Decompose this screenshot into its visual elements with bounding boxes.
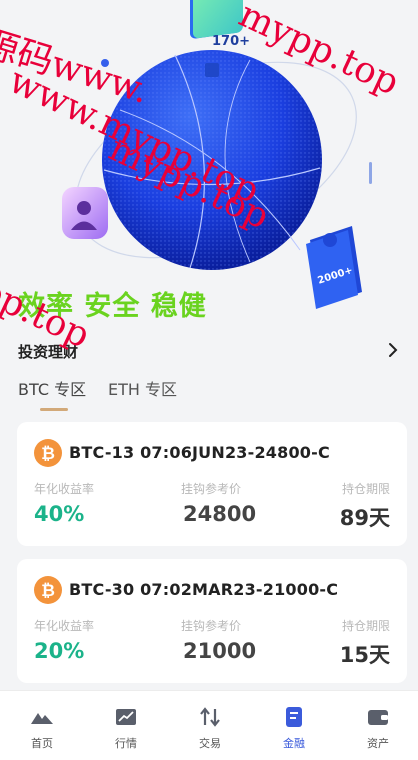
investment-section-header[interactable]: 投资理财 bbox=[18, 341, 404, 365]
globe-illustration: 170+ 2000+ bbox=[62, 0, 372, 309]
wallet-icon bbox=[368, 710, 388, 725]
user-badge-icon bbox=[62, 187, 108, 239]
product-card[interactable]: ₿ BTC-13 07:06JUN23-24800-C 年化收益率 挂钩参考价 … bbox=[17, 422, 407, 546]
nav-label: 行情 bbox=[115, 737, 137, 750]
finance-icon bbox=[286, 707, 302, 727]
nav-assets[interactable]: 资产 bbox=[336, 691, 418, 760]
annual-yield-value: 20% bbox=[34, 639, 85, 663]
chevron-right-icon[interactable] bbox=[382, 339, 404, 361]
tab-btc-zone[interactable]: BTC 专区 bbox=[18, 376, 86, 400]
bitcoin-icon: ₿ bbox=[34, 439, 62, 467]
nav-market[interactable]: 行情 bbox=[84, 691, 168, 760]
reference-price-value: 24800 bbox=[183, 502, 257, 526]
annual-yield-label: 年化收益率 bbox=[34, 619, 95, 633]
nav-trade[interactable]: 交易 bbox=[168, 691, 252, 760]
holding-term-value: 89天 bbox=[339, 506, 390, 530]
svg-text:₿: ₿ bbox=[41, 581, 55, 601]
holding-term-label: 持仓期限 bbox=[341, 619, 390, 633]
holding-term-label: 持仓期限 bbox=[341, 482, 390, 496]
product-card[interactable]: ₿ BTC-30 07:02MAR23-21000-C 年化收益率 挂钩参考价 … bbox=[17, 559, 407, 683]
zone-tabs: BTC 专区 ETH 专区 bbox=[18, 376, 318, 416]
product-title: BTC-13 07:06JUN23-24800-C bbox=[69, 443, 330, 462]
nav-label: 首页 bbox=[31, 737, 53, 750]
chart-icon bbox=[116, 709, 136, 725]
coupon-badge-icon: 2000+ bbox=[306, 226, 362, 309]
hero-banner: 170+ 2000+ 效率 安全 稳健 bbox=[0, 0, 418, 330]
trade-icon bbox=[200, 707, 220, 727]
annual-yield-value: 40% bbox=[34, 502, 85, 526]
nav-home[interactable]: 首页 bbox=[0, 691, 84, 760]
bitcoin-icon: ₿ bbox=[34, 576, 62, 604]
nav-label: 金融 bbox=[283, 737, 305, 750]
holding-term-value: 15天 bbox=[339, 643, 390, 667]
reference-price-value: 21000 bbox=[183, 639, 257, 663]
nav-finance[interactable]: 金融 bbox=[252, 691, 336, 760]
home-icon bbox=[31, 713, 53, 724]
reference-price-label: 挂钩参考价 bbox=[181, 619, 242, 633]
bottom-navigation: 首页 行情 交易 金融 资产 bbox=[0, 690, 418, 760]
hero-slogan: 效率 安全 稳健 bbox=[18, 291, 207, 322]
product-title: BTC-30 07:02MAR23-21000-C bbox=[69, 580, 339, 599]
section-title: 投资理财 bbox=[18, 343, 79, 361]
nav-label: 交易 bbox=[199, 737, 221, 750]
svg-text:₿: ₿ bbox=[41, 444, 55, 464]
tab-eth-zone[interactable]: ETH 专区 bbox=[108, 376, 177, 400]
svg-text:170+: 170+ bbox=[212, 34, 250, 49]
nav-label: 资产 bbox=[367, 737, 389, 750]
annual-yield-label: 年化收益率 bbox=[34, 482, 95, 496]
active-tab-indicator bbox=[40, 408, 68, 411]
reference-price-label: 挂钩参考价 bbox=[181, 482, 242, 496]
